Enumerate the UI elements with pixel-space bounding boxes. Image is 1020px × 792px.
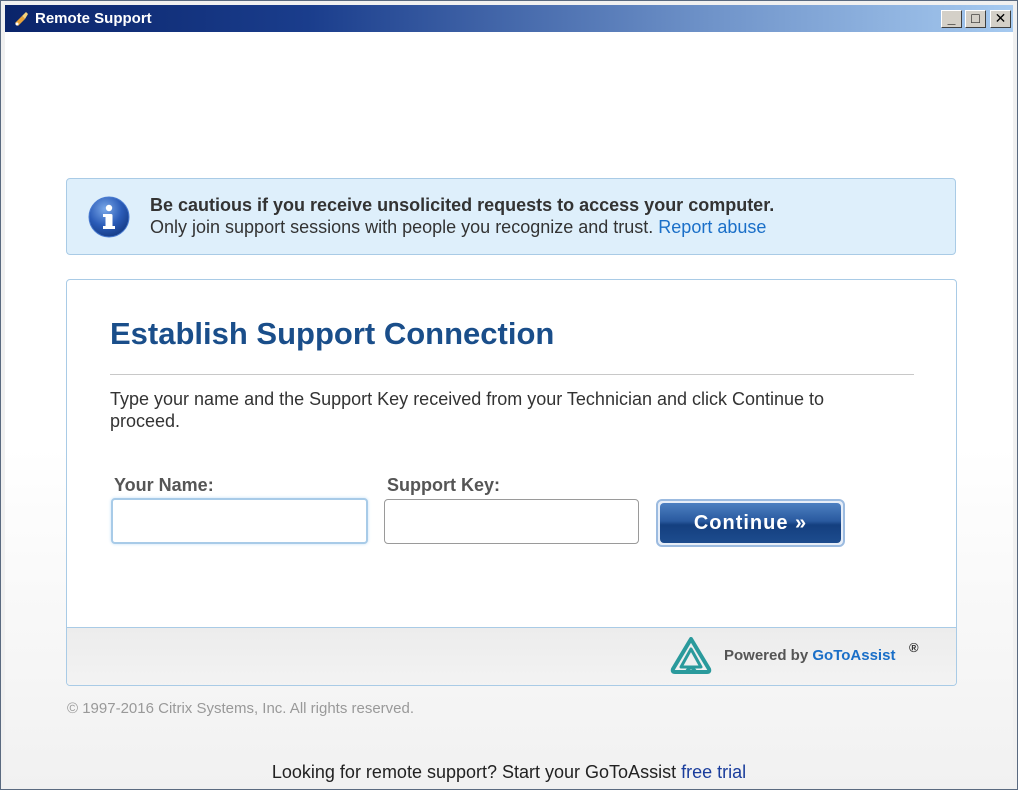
- free-trial-text: Looking for remote support? Start your G…: [271, 762, 677, 782]
- copyright-text: © 1997-2016 Citrix Systems, Inc. All rig…: [67, 700, 415, 717]
- notice-body: Only join support sessions with people y…: [150, 217, 766, 238]
- powered-by-text: Powered by GoToAssist: [724, 647, 895, 664]
- maximize-button[interactable]: □: [965, 10, 986, 28]
- panel-footer: Powered by GoToAssist ®: [67, 627, 956, 685]
- powered-by-label: Powered by: [724, 647, 809, 664]
- continue-button-label: Continue »: [660, 503, 841, 543]
- divider: [110, 374, 914, 375]
- your-name-label: Your Name:: [114, 475, 214, 495]
- gotoassist-link[interactable]: GoToAssist: [812, 647, 895, 664]
- gotoassist-logo-icon: [670, 637, 712, 674]
- notice-body-text: Only join support sessions with people y…: [150, 217, 654, 237]
- window-title: Remote Support: [35, 10, 152, 27]
- panel-title: Establish Support Connection: [110, 316, 555, 351]
- minimize-button[interactable]: _: [941, 10, 962, 28]
- info-icon: [88, 196, 130, 238]
- continue-button[interactable]: Continue »: [656, 499, 845, 547]
- support-key-input[interactable]: [384, 499, 639, 544]
- free-trial-link[interactable]: free trial: [681, 762, 746, 782]
- remote-support-window: Remote Support _ □ ✕ Be cautious if you …: [0, 0, 1018, 790]
- support-connection-panel: Establish Support Connection Type your n…: [66, 279, 957, 686]
- window-content: Be cautious if you receive unsolicited r…: [5, 32, 1013, 787]
- registered-mark: ®: [909, 640, 919, 655]
- app-icon: [15, 12, 28, 26]
- free-trial-prompt: Looking for remote support? Start your G…: [5, 762, 1013, 783]
- title-bar[interactable]: Remote Support _ □ ✕: [5, 5, 1013, 32]
- your-name-input[interactable]: [111, 498, 368, 544]
- security-notice: Be cautious if you receive unsolicited r…: [66, 178, 956, 255]
- close-button[interactable]: ✕: [990, 10, 1011, 28]
- notice-title: Be cautious if you receive unsolicited r…: [150, 195, 775, 215]
- instructions-text: Type your name and the Support Key recei…: [110, 389, 825, 431]
- report-abuse-link[interactable]: Report abuse: [658, 217, 766, 237]
- support-key-label: Support Key:: [387, 475, 501, 495]
